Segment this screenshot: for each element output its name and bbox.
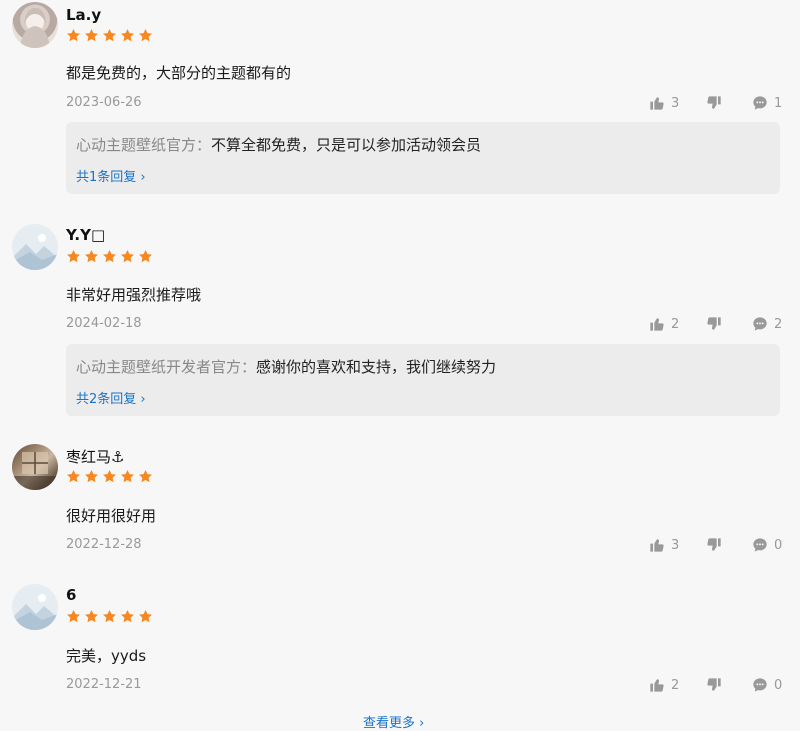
star-icon — [103, 469, 116, 483]
like-count: 2 — [671, 677, 680, 693]
star-icon — [85, 469, 98, 483]
comment-bubble-icon — [753, 678, 767, 692]
thumbs-down-icon — [707, 96, 721, 109]
star-icon — [103, 28, 116, 42]
reply-line: 心动主题壁纸官方：不算全都免费，只是可以参加活动领会员 — [76, 134, 481, 155]
star-icon — [67, 28, 80, 42]
mountain-avatar[interactable] — [12, 224, 58, 270]
comment-bubble-icon — [753, 317, 767, 331]
rating-stars — [66, 28, 153, 43]
star-icon — [85, 609, 98, 623]
thumbs-up-icon — [650, 97, 664, 110]
thumbs-down-icon — [707, 317, 721, 330]
view-replies-link[interactable]: 共2条回复 › — [76, 388, 146, 407]
comment-button[interactable]: 0 — [752, 537, 782, 553]
comment-button[interactable]: 2 — [752, 316, 782, 332]
dislike-button[interactable] — [706, 537, 722, 553]
comment-bubble-icon — [753, 538, 767, 552]
star-icon — [121, 28, 134, 42]
star-icon — [67, 469, 80, 483]
rating-stars — [66, 609, 153, 624]
view-replies-link[interactable]: 共1条回复 › — [76, 166, 146, 185]
anime-girl-avatar[interactable] — [12, 2, 58, 48]
review-date: 2022-12-21 — [66, 677, 142, 692]
mountain-avatar[interactable] — [12, 584, 58, 630]
star-icon — [67, 249, 80, 263]
comment-count: 1 — [774, 95, 783, 111]
like-button[interactable]: 3 — [649, 95, 679, 111]
rating-stars — [66, 249, 153, 264]
reply-line: 心动主题壁纸开发者官方：感谢你的喜欢和支持，我们继续努力 — [76, 356, 496, 377]
star-icon — [121, 469, 134, 483]
review-date: 2023-06-26 — [66, 95, 142, 110]
like-count: 3 — [671, 95, 680, 111]
comment-bubble-icon — [753, 96, 767, 110]
reviewer-name: Y.Y□ — [66, 226, 106, 244]
comment-count: 0 — [774, 537, 783, 553]
star-icon — [121, 249, 134, 263]
star-icon — [103, 609, 116, 623]
review-content: 都是免费的，大部分的主题都有的 — [66, 64, 292, 82]
reviewer-name: 枣红马⚓ — [66, 448, 125, 466]
dislike-button[interactable] — [706, 677, 722, 693]
review-content: 很好用很好用 — [66, 507, 157, 525]
star-icon — [85, 249, 98, 263]
reply-author: 心动主题壁纸开发者官方： — [76, 358, 257, 376]
thumbs-up-icon — [650, 318, 664, 331]
star-icon — [139, 469, 152, 483]
comment-button[interactable]: 0 — [752, 677, 782, 693]
rating-stars — [66, 469, 153, 484]
like-count: 2 — [671, 316, 680, 332]
developer-reply: 心动主题壁纸开发者官方：感谢你的喜欢和支持，我们继续努力 共2条回复 › — [66, 344, 780, 416]
star-icon — [103, 249, 116, 263]
like-count: 3 — [671, 537, 680, 553]
like-button[interactable]: 2 — [649, 677, 679, 693]
review-date: 2024-02-18 — [66, 316, 142, 331]
reviewer-name: La.y — [66, 6, 102, 24]
star-icon — [85, 28, 98, 42]
star-icon — [121, 609, 134, 623]
view-more-link[interactable]: 查看更多 › — [363, 712, 424, 731]
thumbs-down-icon — [707, 538, 721, 551]
star-icon — [139, 28, 152, 42]
like-button[interactable]: 3 — [649, 537, 679, 553]
comment-count: 2 — [774, 316, 783, 332]
reply-text: 不算全都免费，只是可以参加活动领会员 — [211, 136, 482, 154]
reviewer-name: 6 — [66, 586, 77, 604]
reply-text: 感谢你的喜欢和支持，我们继续努力 — [256, 358, 497, 376]
star-icon — [139, 249, 152, 263]
like-button[interactable]: 2 — [649, 316, 679, 332]
comment-button[interactable]: 1 — [752, 95, 782, 111]
photo-avatar[interactable] — [12, 444, 58, 490]
developer-reply: 心动主题壁纸官方：不算全都免费，只是可以参加活动领会员 共1条回复 › — [66, 122, 780, 194]
reply-author: 心动主题壁纸官方： — [76, 136, 212, 154]
review-content: 非常好用强烈推荐哦 — [66, 286, 202, 304]
comment-count: 0 — [774, 677, 783, 693]
star-icon — [67, 609, 80, 623]
dislike-button[interactable] — [706, 316, 722, 332]
review-date: 2022-12-28 — [66, 537, 142, 552]
thumbs-up-icon — [650, 679, 664, 692]
thumbs-up-icon — [650, 539, 664, 552]
thumbs-down-icon — [707, 678, 721, 691]
dislike-button[interactable] — [706, 95, 722, 111]
star-icon — [139, 609, 152, 623]
review-content: 完美，yyds — [66, 647, 147, 665]
